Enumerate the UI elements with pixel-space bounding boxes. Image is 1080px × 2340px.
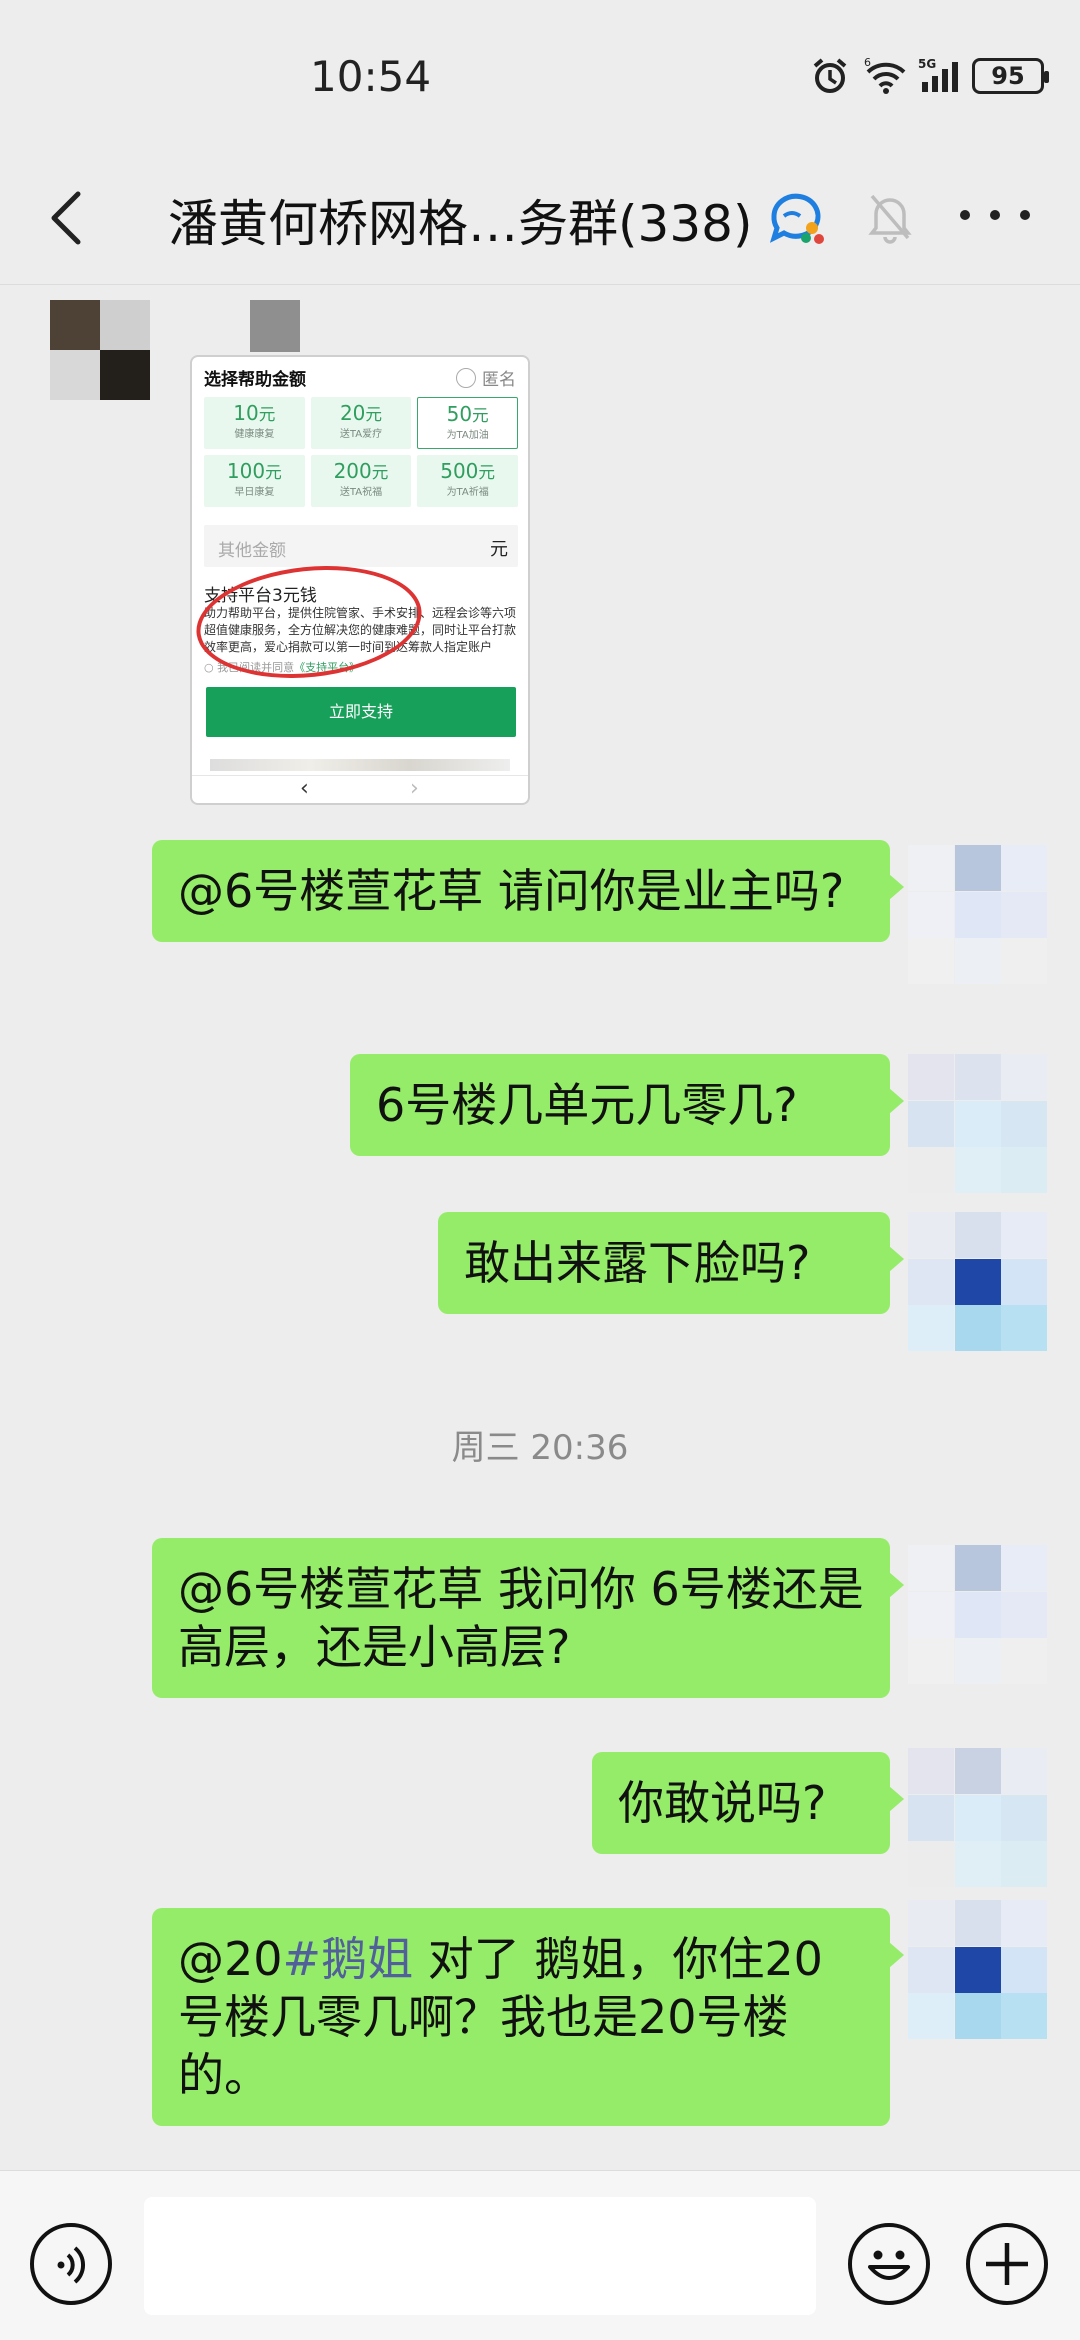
self-avatar[interactable] bbox=[908, 1545, 1048, 1685]
sender-name-pixelated bbox=[250, 300, 300, 352]
chevron-right-icon: › bbox=[410, 776, 419, 801]
image-nav: ‹ › bbox=[192, 775, 528, 803]
voice-icon bbox=[57, 2246, 86, 2284]
message-input[interactable] bbox=[144, 2197, 816, 2315]
mention-tag[interactable]: #鹅姐 bbox=[283, 1932, 414, 1986]
message-bubble[interactable]: @20#鹅姐 对了 鹅姐，你住20号楼几零几啊？我也是20号楼的。 bbox=[152, 1908, 904, 2126]
amount-option: 20元 送TA爱疗 bbox=[310, 397, 412, 449]
alarm-icon bbox=[810, 56, 850, 96]
plus-icon bbox=[986, 2243, 1028, 2285]
message-bubble[interactable]: 你敢说吗? bbox=[592, 1752, 904, 1854]
self-avatar[interactable] bbox=[908, 1900, 1048, 2040]
more-dot bbox=[960, 210, 970, 220]
chat-header: 潘黄何桥网格…务群(338) bbox=[0, 160, 1080, 285]
mute-bell-icon bbox=[866, 190, 914, 244]
amount-option: 500元 为TA祈福 bbox=[417, 455, 518, 507]
radio-icon bbox=[456, 367, 476, 388]
amount-option: 10元 健康康复 bbox=[204, 397, 305, 449]
time-separator: 周三 20:36 bbox=[451, 1428, 629, 1468]
plus-button[interactable] bbox=[966, 2223, 1048, 2305]
message-bubble[interactable]: 6号楼几单元几零几? bbox=[350, 1054, 904, 1156]
status-time: 10:54 bbox=[310, 52, 432, 101]
more-button[interactable] bbox=[960, 190, 1030, 240]
self-avatar[interactable] bbox=[908, 845, 1048, 985]
support-button: 立即支持 bbox=[206, 687, 516, 737]
amount-option: 200元 送TA祝福 bbox=[310, 455, 412, 507]
amount-grid: 10元 健康康复 20元 送TA爱疗 50元 为TA加油 100元 早日康复 200元送… bbox=[204, 397, 518, 507]
header-divider bbox=[0, 284, 1080, 285]
image-title: 选择帮助金额 bbox=[204, 370, 306, 390]
back-button[interactable] bbox=[40, 182, 100, 252]
message-bubble[interactable]: 敢出来露下脸吗? bbox=[438, 1212, 904, 1314]
voice-button[interactable] bbox=[30, 2223, 112, 2305]
emoji-button[interactable] bbox=[848, 2223, 930, 2305]
self-avatar[interactable] bbox=[908, 1212, 1048, 1352]
back-arrow-icon bbox=[51, 191, 81, 245]
more-dot bbox=[990, 210, 1000, 220]
message-bubble[interactable]: @6号楼萱花草 我问你 6号楼还是高层，还是小高层? bbox=[152, 1538, 904, 1698]
image-message[interactable]: 选择帮助金额 匿名 10元 健康康复 20元 送TA爱疗 50元 为TA加油 100元… bbox=[190, 355, 530, 805]
network-type: 5G bbox=[918, 57, 936, 71]
cellular-signal-icon: 5G bbox=[918, 56, 958, 96]
status-bar: 10:54 6 5G 95 bbox=[0, 0, 1080, 160]
chevron-left-icon: ‹ bbox=[300, 776, 309, 801]
more-dot bbox=[1020, 210, 1030, 220]
other-amount-field: 其他金额 元 bbox=[204, 525, 518, 567]
self-avatar[interactable] bbox=[908, 1748, 1048, 1888]
input-bar bbox=[0, 2170, 1080, 2340]
image-strip bbox=[210, 759, 510, 771]
status-icons: 6 5G 95 bbox=[810, 56, 1049, 96]
self-avatar[interactable] bbox=[908, 1054, 1048, 1194]
amount-option: 100元 早日康复 bbox=[204, 455, 305, 507]
emoji-icon bbox=[868, 2250, 910, 2280]
wifi-icon: 6 bbox=[864, 56, 906, 96]
group-chat-icon[interactable] bbox=[766, 188, 832, 248]
message-bubble[interactable]: @6号楼萱花草 请问你是业主吗? bbox=[152, 840, 904, 942]
chat-title[interactable]: 潘黄何桥网格…务群(338) bbox=[168, 184, 752, 256]
battery-indicator: 95 bbox=[972, 58, 1049, 94]
wifi-badge: 6 bbox=[864, 56, 871, 69]
amount-option-selected: 50元 为TA加油 bbox=[417, 397, 518, 449]
anonymous-option: 匿名 bbox=[456, 365, 516, 390]
sender-avatar[interactable] bbox=[50, 300, 150, 400]
